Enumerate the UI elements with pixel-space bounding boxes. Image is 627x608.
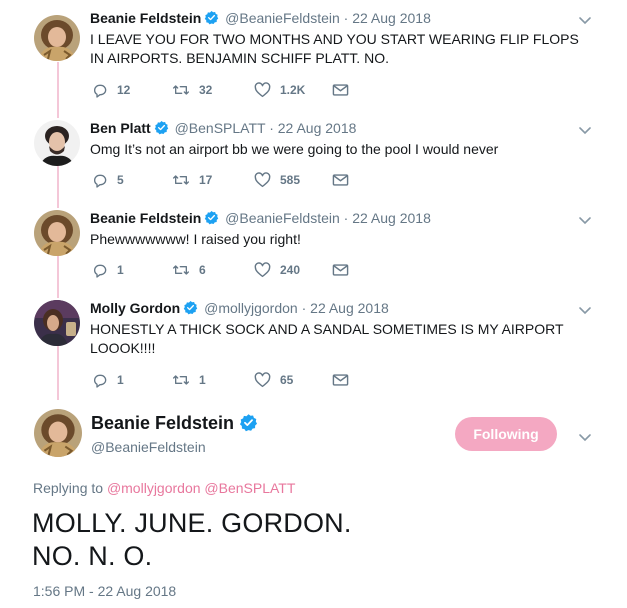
message-icon	[332, 83, 349, 97]
display-name[interactable]: Beanie Feldstein	[90, 210, 201, 226]
verified-badge-icon	[154, 120, 169, 139]
username[interactable]: @BeanieFeldstein	[225, 10, 340, 26]
retweet-button[interactable]: 17	[172, 170, 212, 190]
like-count: 65	[280, 373, 294, 387]
tweet-date[interactable]: 22 Aug 2018	[310, 300, 389, 316]
tweet-date[interactable]: 22 Aug 2018	[278, 120, 357, 136]
reply-count: 5	[117, 173, 124, 187]
retweet-count: 17	[199, 173, 213, 187]
message-icon	[332, 263, 349, 277]
mention-link[interactable]: @BenSPLATT	[204, 480, 295, 496]
tweet-text-line: MOLLY. JUNE. GORDON.	[32, 508, 352, 538]
reply-button[interactable]: 1	[92, 370, 124, 390]
reply-button[interactable]: 1	[92, 260, 124, 280]
like-count: 240	[280, 263, 301, 277]
like-button[interactable]: 240	[254, 260, 300, 280]
chevron-down-icon[interactable]	[578, 430, 592, 442]
chevron-down-icon[interactable]	[578, 13, 592, 25]
direct-message-button[interactable]	[332, 370, 349, 390]
avatar[interactable]	[34, 409, 82, 457]
separator: ·	[343, 10, 349, 26]
tweet-text: HONESTLY A THICK SOCK AND A SANDAL SOMET…	[90, 321, 564, 356]
direct-message-button[interactable]	[332, 260, 349, 280]
avatar[interactable]	[34, 120, 80, 166]
thread-tweet[interactable]: Beanie Feldstein @BeanieFeldstein · 22 A…	[0, 0, 627, 110]
reply-icon	[92, 372, 108, 388]
retweet-icon	[172, 262, 190, 278]
tweet-header: Beanie Feldstein @BeanieFeldstein · 22 A…	[90, 209, 431, 229]
tweet-text: I LEAVE YOU FOR TWO MONTHS AND YOU START…	[90, 31, 579, 66]
like-count: 585	[280, 173, 301, 187]
message-icon	[332, 373, 349, 387]
tweet-header: Ben Platt @BenSPLATT · 22 Aug 2018	[90, 119, 356, 139]
display-name[interactable]: Beanie Feldstein	[91, 413, 234, 433]
mention-link[interactable]: @mollyjgordon	[107, 480, 201, 496]
retweet-icon	[172, 372, 190, 388]
thread-tweet[interactable]: Beanie Feldstein @BeanieFeldstein · 22 A…	[0, 200, 627, 290]
username[interactable]: @BeanieFeldstein	[91, 438, 206, 456]
main-tweet-text: MOLLY. JUNE. GORDON. NO. N. O.	[32, 507, 352, 573]
heart-icon	[254, 172, 271, 188]
display-name[interactable]: Molly Gordon	[90, 300, 180, 316]
reply-icon	[92, 82, 108, 98]
avatar[interactable]	[34, 15, 80, 61]
separator: ·	[301, 300, 307, 316]
reply-icon	[92, 172, 108, 188]
retweet-button[interactable]: 32	[172, 80, 212, 100]
tweet-text: Omg It’s not an airport bb we were going…	[90, 141, 499, 157]
retweet-count: 1	[199, 373, 206, 387]
direct-message-button[interactable]	[332, 80, 349, 100]
display-name[interactable]: Ben Platt	[90, 120, 151, 136]
separator: ·	[343, 210, 349, 226]
retweet-button[interactable]: 1	[172, 370, 206, 390]
username[interactable]: @mollyjgordon	[204, 300, 298, 316]
chevron-down-icon[interactable]	[578, 303, 592, 315]
reply-count: 12	[117, 83, 131, 97]
verified-badge-icon	[204, 10, 219, 29]
reply-button[interactable]: 5	[92, 170, 124, 190]
tweet-header: Molly Gordon @mollyjgordon · 22 Aug 2018	[90, 299, 389, 319]
tweet-timestamp[interactable]: 1:56 PM - 22 Aug 2018	[33, 582, 176, 600]
tweet-header: Beanie Feldstein @BeanieFeldstein · 22 A…	[90, 9, 431, 29]
avatar[interactable]	[34, 210, 80, 256]
username[interactable]: @BenSPLATT	[175, 120, 266, 136]
reply-icon	[92, 262, 108, 278]
tweet-date[interactable]: 22 Aug 2018	[352, 10, 431, 26]
reply-count: 1	[117, 373, 124, 387]
main-display-name: Beanie Feldstein	[91, 412, 260, 437]
verified-badge-icon	[183, 300, 198, 319]
heart-icon	[254, 372, 271, 388]
retweet-button[interactable]: 6	[172, 260, 206, 280]
reply-count: 1	[117, 263, 124, 277]
tweet-date[interactable]: 22 Aug 2018	[352, 210, 431, 226]
retweet-count: 6	[199, 263, 206, 277]
thread-tweet[interactable]: Molly Gordon @mollyjgordon · 22 Aug 2018…	[0, 290, 627, 400]
retweet-count: 32	[199, 83, 213, 97]
retweet-icon	[172, 82, 190, 98]
tweet-text: Phewwwwwww! I raised you right!	[90, 231, 301, 247]
retweet-icon	[172, 172, 190, 188]
like-count: 1.2K	[280, 83, 306, 97]
username[interactable]: @BeanieFeldstein	[225, 210, 340, 226]
replying-to: Replying to @mollyjgordon @BenSPLATT	[33, 479, 295, 497]
verified-badge-icon	[239, 413, 258, 437]
chevron-down-icon[interactable]	[578, 123, 592, 135]
verified-badge-icon	[204, 210, 219, 229]
chevron-down-icon[interactable]	[578, 213, 592, 225]
heart-icon	[254, 262, 271, 278]
replying-label: Replying to	[33, 480, 104, 496]
message-icon	[332, 173, 349, 187]
reply-button[interactable]: 12	[92, 80, 130, 100]
like-button[interactable]: 65	[254, 370, 293, 390]
avatar[interactable]	[34, 300, 80, 346]
direct-message-button[interactable]	[332, 170, 349, 190]
display-name[interactable]: Beanie Feldstein	[90, 10, 201, 26]
heart-icon	[254, 82, 271, 98]
following-button[interactable]: Following	[455, 417, 557, 451]
separator: ·	[269, 120, 274, 136]
like-button[interactable]: 585	[254, 170, 300, 190]
thread-tweet[interactable]: Ben Platt @BenSPLATT · 22 Aug 2018 Omg I…	[0, 110, 627, 200]
tweet-text-line: NO. N. O.	[32, 541, 153, 571]
like-button[interactable]: 1.2K	[254, 80, 305, 100]
